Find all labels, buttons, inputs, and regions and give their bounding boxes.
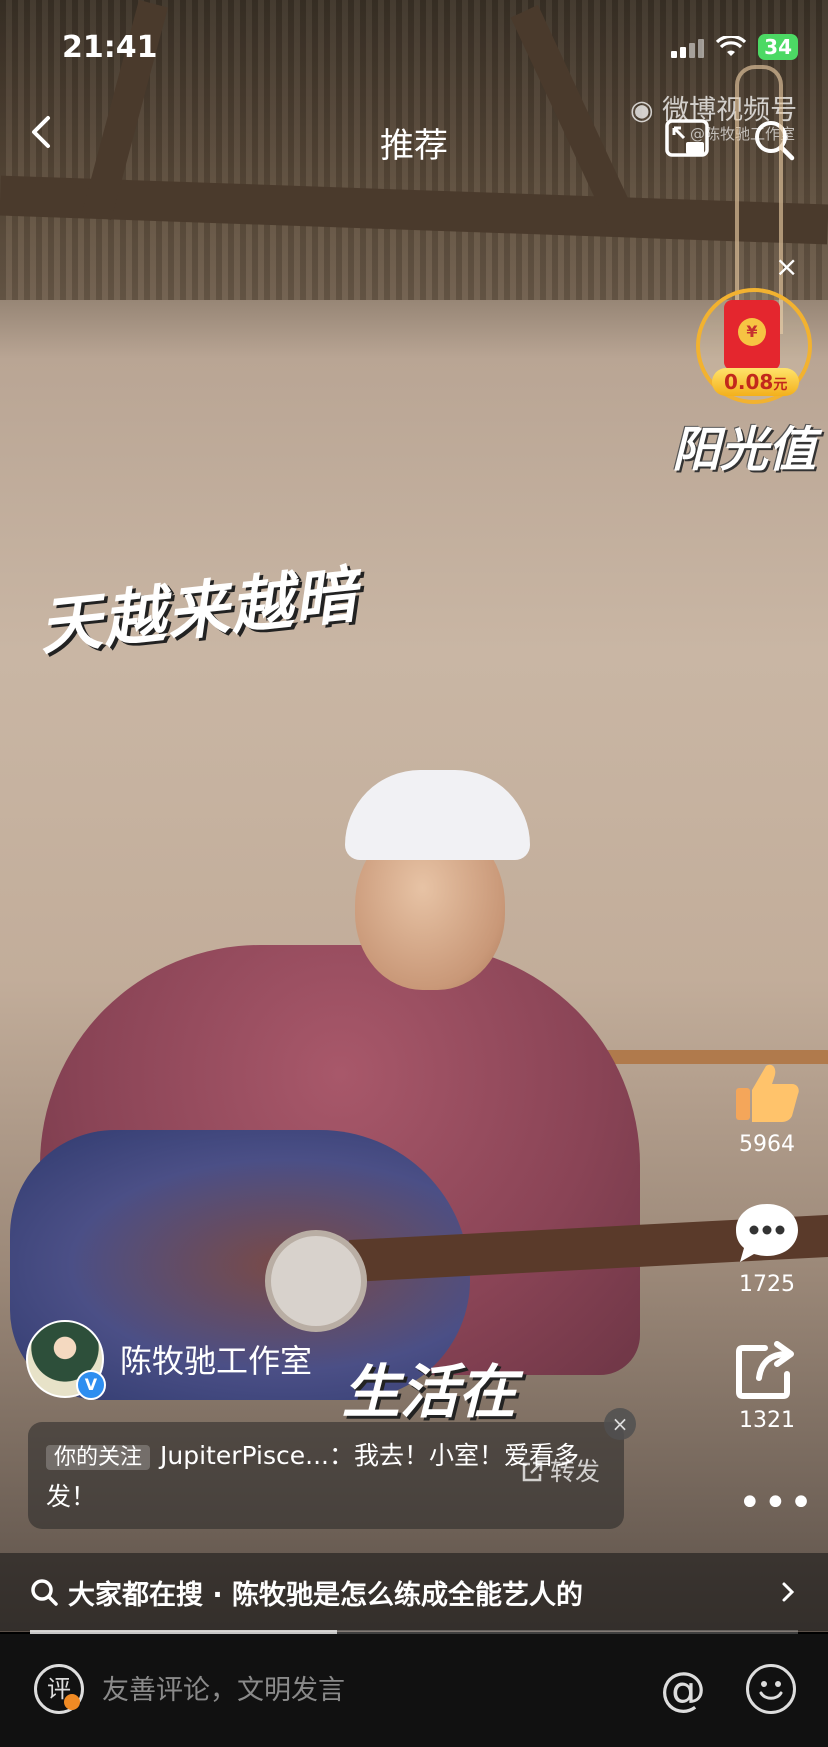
red-packet-amount[interactable]: 0.08元: [712, 368, 800, 396]
like-button[interactable]: 5964: [722, 1060, 812, 1157]
share-count: 1321: [739, 1408, 795, 1433]
share-button[interactable]: 1321: [722, 1340, 812, 1433]
forward-button[interactable]: 转发: [520, 1452, 600, 1491]
featured-comment-card[interactable]: 你的关注 JupiterPisce...：我去！小室！爱看多发！ 转发: [28, 1422, 624, 1529]
more-options-icon[interactable]: •••: [738, 1480, 815, 1526]
video-person-cap: [345, 770, 530, 860]
comment-bubble-icon: [736, 1204, 798, 1262]
wifi-icon: [716, 36, 747, 56]
battery-icon: 34: [758, 34, 798, 60]
comment-input-badge-icon: [64, 1694, 80, 1710]
chevron-right-icon: [782, 1582, 795, 1602]
author-name[interactable]: 陈牧驰工作室: [120, 1336, 312, 1382]
weibo-logo-icon: ◉: [630, 95, 654, 126]
featured-comment-close-icon[interactable]: ×: [604, 1408, 636, 1440]
emoji-icon[interactable]: [746, 1664, 796, 1714]
avatar[interactable]: V: [26, 1320, 106, 1400]
coin-icon: ¥: [738, 318, 766, 346]
trending-search-text: 大家都在搜 · 陈牧驰是怎么练成全能艺人的: [68, 1579, 584, 1611]
comment-input[interactable]: 友善评论，文明发言: [102, 1668, 345, 1707]
battery-level: 34: [764, 35, 792, 59]
red-packet-close-icon[interactable]: ×: [775, 250, 798, 283]
video-caption-top: 阳光值: [672, 422, 817, 478]
status-icons: 34: [671, 34, 798, 60]
comment-button[interactable]: 1725: [722, 1200, 812, 1297]
red-packet-amount-unit: 元: [773, 377, 788, 393]
comment-count: 1725: [739, 1272, 795, 1297]
author-info[interactable]: V 陈牧驰工作室: [26, 1320, 312, 1400]
share-icon: [736, 1341, 794, 1399]
trending-search-bar[interactable]: 大家都在搜 · 陈牧驰是怎么练成全能艺人的: [0, 1553, 828, 1631]
video-caption-bottom: 生活在: [342, 1358, 517, 1426]
verified-badge-icon: V: [76, 1370, 106, 1400]
external-link-icon: [522, 1461, 543, 1481]
search-icon: [31, 1579, 58, 1606]
status-time: 21:41: [62, 30, 158, 65]
video-guitar-soundhole: [265, 1230, 367, 1332]
thumbs-up-icon: [736, 1064, 799, 1122]
following-tag: 你的关注: [46, 1445, 151, 1470]
cellular-signal-icon: [671, 36, 705, 58]
like-count: 5964: [739, 1132, 795, 1157]
red-packet-amount-value: 0.08: [724, 370, 774, 394]
forward-label: 转发: [549, 1457, 600, 1486]
mention-icon[interactable]: @: [660, 1662, 706, 1716]
